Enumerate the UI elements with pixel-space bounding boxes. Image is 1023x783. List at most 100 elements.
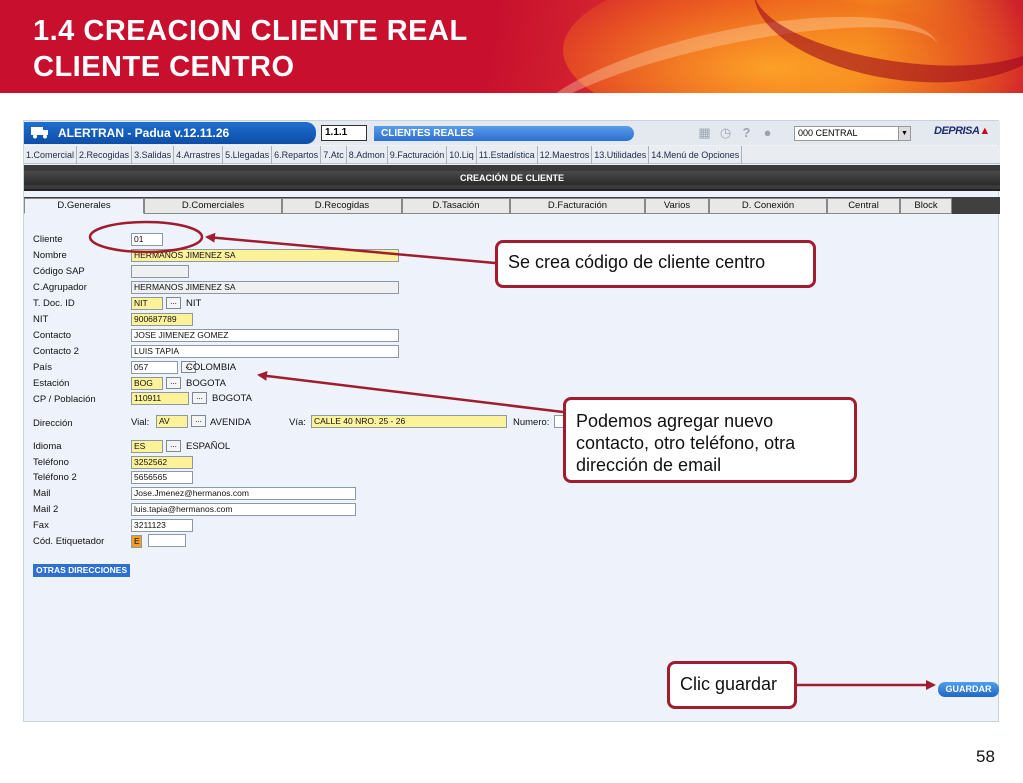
mail2-label: Mail 2 <box>33 504 59 515</box>
fax-field[interactable]: 3211123 <box>131 519 193 532</box>
tab-central[interactable]: Central <box>827 198 900 214</box>
nombre-field[interactable]: HERMANOS JIMENEZ SA <box>131 249 399 262</box>
triangle-icon: ▲ <box>979 125 990 137</box>
tab-bar: D.Generales D.Comerciales D.Recogidas D.… <box>24 197 1000 214</box>
app-topbar: ALERTRAN - Padua v.12.11.26 1.1.1 CLIENT… <box>24 121 1000 145</box>
menu-item-recogidas[interactable]: 2.Recogidas <box>77 146 133 164</box>
user-icon[interactable]: ● <box>760 125 775 140</box>
slide-title-line1: 1.4 CREACION CLIENTE REAL <box>33 15 468 47</box>
c-agrupador-field[interactable]: HERMANOS JIMENEZ SA <box>131 281 399 294</box>
pais-label: País <box>33 362 53 373</box>
telefono-field[interactable]: 3252562 <box>131 456 193 469</box>
t-doc-id-field[interactable]: NIT <box>131 297 163 310</box>
nit-label: NIT <box>33 314 49 325</box>
direccion-label: Dirección <box>33 418 73 429</box>
section-bar: CREACIÓN DE CLIENTE <box>24 165 1000 191</box>
estacion-label: Estación <box>33 378 70 389</box>
chevron-down-icon[interactable]: ▼ <box>898 127 910 140</box>
contacto2-field[interactable]: LUIS TAPIA <box>131 345 399 358</box>
help-icon[interactable]: ? <box>739 125 754 140</box>
guardar-button[interactable]: GUARDAR <box>938 682 999 697</box>
cod-etiquetador-extra-field[interactable] <box>148 534 186 547</box>
calendar-icon[interactable]: ▦ <box>697 125 712 140</box>
callout-clic-guardar: Clic guardar <box>667 661 797 709</box>
tab-d-generales[interactable]: D.Generales <box>24 198 144 214</box>
cp-poblacion-label: CP / Población <box>33 394 96 405</box>
numero-label: Numero: <box>513 417 550 428</box>
cp-poblacion-lookup-button[interactable]: ... <box>192 392 207 404</box>
slide-header: 1.4 CREACION CLIENTE REAL CLIENTE CENTRO <box>0 0 1023 93</box>
telefono2-field[interactable]: 5656565 <box>131 471 193 484</box>
mail-field[interactable]: Jose.Jmenez@hermanos.com <box>131 487 356 500</box>
mail2-field[interactable]: luis.tapia@hermanos.com <box>131 503 356 516</box>
callout-codigo-cliente: Se crea código de cliente centro <box>495 240 816 288</box>
nit-field[interactable]: 900687789 <box>131 313 193 326</box>
brand-logo: DEPRISA▲ <box>934 125 990 137</box>
cliente-field[interactable]: 01 <box>131 233 163 246</box>
codigo-sap-field[interactable] <box>131 265 189 278</box>
contacto2-label: Contacto 2 <box>33 346 79 357</box>
callout-agregar-contacto: Podemos agregar nuevo contacto, otro tel… <box>563 397 857 483</box>
menu-item-atc[interactable]: 7.Atc <box>321 146 347 164</box>
menu-item-comercial[interactable]: 1.Comercial <box>24 146 78 164</box>
menu-item-repartos[interactable]: 6.Repartos <box>272 146 322 164</box>
via-field[interactable]: CALLE 40 NRO. 25 - 26 <box>311 415 507 428</box>
office-select[interactable]: 000 CENTRAL ▼ <box>794 126 911 141</box>
idioma-description: ESPAÑOL <box>186 441 231 452</box>
telefono-label: Teléfono <box>33 457 69 468</box>
contacto-label: Contacto <box>33 330 72 341</box>
idioma-label: Idioma <box>33 441 62 452</box>
module-name-label: CLIENTES REALES <box>374 126 634 141</box>
tab-d-comerciales[interactable]: D.Comerciales <box>144 198 282 214</box>
menu-item-utilidades[interactable]: 13.Utilidades <box>592 146 650 164</box>
t-doc-id-lookup-button[interactable]: ... <box>166 297 181 309</box>
estacion-lookup-button[interactable]: ... <box>166 377 181 389</box>
page-number: 58 <box>976 747 995 766</box>
menu-item-liq[interactable]: 10.Liq <box>447 146 477 164</box>
t-doc-id-label: T. Doc. ID <box>33 298 75 309</box>
vial-lookup-button[interactable]: ... <box>191 415 206 427</box>
nombre-label: Nombre <box>33 250 67 261</box>
via-label: Vía: <box>289 417 306 428</box>
mail-label: Mail <box>33 488 51 499</box>
tab-d-facturacion[interactable]: D.Facturación <box>510 198 645 214</box>
idioma-lookup-button[interactable]: ... <box>166 440 181 452</box>
menu-item-llegadas[interactable]: 5.Llegadas <box>223 146 273 164</box>
otras-direcciones-button[interactable]: OTRAS DIRECCIONES <box>33 564 131 577</box>
cp-poblacion-description: BOGOTA <box>212 393 252 404</box>
idioma-field[interactable]: ES <box>131 440 163 453</box>
office-select-value: 000 CENTRAL <box>798 128 858 138</box>
app-title: ALERTRAN - Padua v.12.11.26 <box>24 122 316 144</box>
main-menu: 1.Comercial 2.Recogidas 3.Salidas 4.Arra… <box>24 146 1000 164</box>
estacion-description: BOGOTA <box>186 378 226 389</box>
c-agrupador-label: C.Agrupador <box>33 282 87 293</box>
clock-icon[interactable]: ◷ <box>718 125 733 140</box>
cp-poblacion-field[interactable]: 110911 <box>131 392 189 405</box>
menu-item-arrastres[interactable]: 4.Arrastres <box>174 146 224 164</box>
codigo-sap-label: Código SAP <box>33 266 85 277</box>
estacion-field[interactable]: BOG <box>131 377 163 390</box>
t-doc-id-description: NIT <box>186 298 202 309</box>
truck-icon <box>31 127 48 139</box>
tab-d-tasacion[interactable]: D.Tasación <box>402 198 510 214</box>
pais-field[interactable]: 057 <box>131 361 178 374</box>
vial-description: AVENIDA <box>210 417 252 428</box>
tab-d-recogidas[interactable]: D.Recogidas <box>282 198 402 214</box>
menu-item-maestros[interactable]: 12.Maestros <box>538 146 593 164</box>
menu-item-opciones[interactable]: 14.Menú de Opciones <box>649 146 743 164</box>
menu-item-salidas[interactable]: 3.Salidas <box>132 146 175 164</box>
menu-item-estadistica[interactable]: 11.Estadística <box>477 146 538 164</box>
vial-field[interactable]: AV <box>156 415 188 428</box>
menu-item-facturacion[interactable]: 9.Facturación <box>388 146 448 164</box>
cliente-label: Cliente <box>33 234 63 245</box>
tab-block[interactable]: Block <box>900 198 952 214</box>
menu-item-admon[interactable]: 8.Admon <box>347 146 388 164</box>
module-code-input[interactable]: 1.1.1 <box>321 125 367 141</box>
pais-description: COLOMBIA <box>186 362 237 373</box>
app-title-text: ALERTRAN - Padua v.12.11.26 <box>58 126 230 140</box>
tab-d-conexion[interactable]: D. Conexión <box>709 198 827 214</box>
cod-etiquetador-field[interactable]: E <box>131 535 142 548</box>
section-title: CREACIÓN DE CLIENTE <box>24 171 1000 185</box>
tab-varios[interactable]: Varios <box>645 198 709 214</box>
contacto-field[interactable]: JOSE JIMENEZ GOMEZ <box>131 329 399 342</box>
